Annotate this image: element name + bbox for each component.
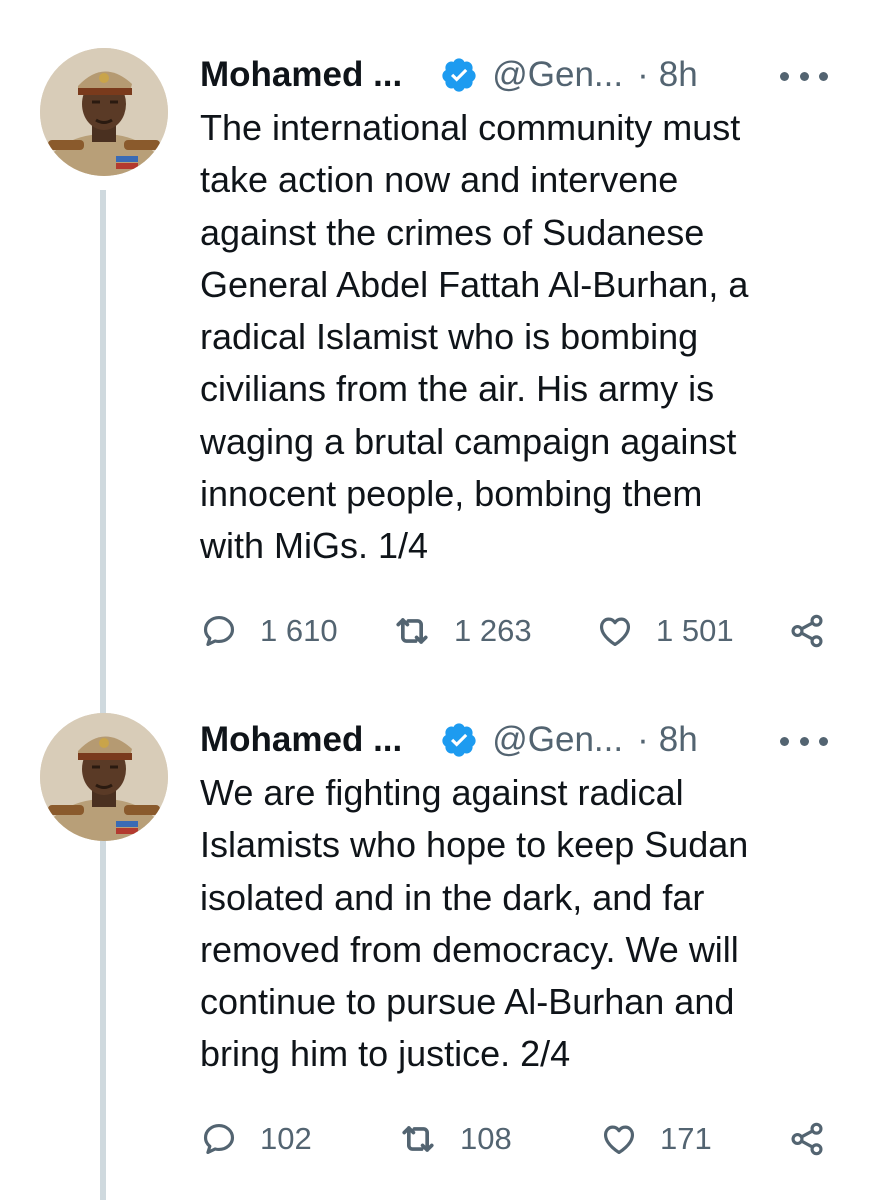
tweet-text-line: isolated and in the dark, and far [200, 876, 705, 918]
timestamp[interactable]: 8h [659, 55, 698, 95]
tweet-header: Mohamed ... @Gen... · 8h [200, 48, 698, 102]
tweet-text-line: civilians from the air. His army is [200, 368, 715, 410]
tweet-header: Mohamed ... @Gen... · 8h [200, 713, 698, 767]
tweet-text-line: bring him to justice. 2/4 [200, 1033, 571, 1075]
tweet[interactable]: Mohamed ... @Gen... · 8h The internation… [0, 48, 870, 688]
timestamp[interactable]: 8h [659, 720, 698, 760]
tweet-text-line: removed from democracy. We will [200, 928, 739, 970]
reply-icon [203, 1123, 235, 1155]
heart-icon [599, 617, 631, 647]
tweet-text-line: We are fighting against radical [200, 772, 684, 813]
more-horizontal-icon [780, 71, 789, 81]
more-horizontal-icon [780, 736, 789, 746]
retweet-icon [396, 618, 428, 644]
reply-icon [203, 615, 235, 647]
retweet-count: 1 263 [454, 613, 532, 648]
like-button[interactable]: 171 [600, 1114, 712, 1164]
share-button[interactable] [788, 606, 826, 656]
share-icon [791, 1122, 823, 1156]
tweet-text-line: continue to pursue Al-Burhan and [200, 981, 735, 1023]
tweet-text-line: waging a brutal campaign against [200, 420, 737, 462]
reply-button[interactable]: 1 610 [200, 606, 338, 656]
author-name[interactable]: Mohamed ... [200, 55, 402, 95]
tweet-text-line: against the crimes of Sudanese [200, 211, 705, 253]
tweet-text: We are fighting against radical Islamist… [200, 767, 840, 1081]
like-button[interactable]: 1 501 [596, 606, 734, 656]
like-count: 171 [660, 1121, 712, 1156]
author-handle[interactable]: @Gen... [492, 55, 623, 95]
tweet-text-line: radical Islamist who is bombing [200, 316, 699, 358]
tweet-actions: 1 610 1 263 1 501 [200, 606, 840, 656]
heart-icon [603, 1125, 635, 1155]
author-handle[interactable]: @Gen... [492, 720, 623, 760]
more-options-button[interactable] [780, 729, 828, 753]
tweet-text-line: innocent people, bombing them [200, 473, 703, 515]
reply-count: 102 [260, 1121, 312, 1156]
tweet-text-line: Islamists who hope to keep Sudan [200, 824, 749, 866]
more-options-button[interactable] [780, 64, 828, 88]
header-separator: · [637, 55, 649, 94]
header-separator: · [637, 720, 649, 759]
avatar[interactable] [40, 713, 168, 841]
tweet-actions: 102 108 171 [200, 1114, 840, 1164]
tweet[interactable]: Mohamed ... @Gen... · 8h We are fighting… [0, 713, 870, 1193]
tweet-text-line: The international community must [200, 107, 741, 148]
reply-button[interactable]: 102 [200, 1114, 312, 1164]
retweet-button[interactable]: 108 [396, 1114, 512, 1164]
tweet-text-line: take action now and intervene [200, 159, 679, 201]
retweet-icon [402, 1126, 434, 1152]
author-name[interactable]: Mohamed ... [200, 720, 402, 760]
verified-badge-icon [442, 723, 476, 757]
tweet-text-line: General Abdel Fattah Al-Burhan, a [200, 263, 749, 305]
share-icon [791, 614, 823, 648]
tweet-text: The international community must take ac… [200, 102, 840, 573]
like-count: 1 501 [656, 613, 734, 648]
avatar-image [40, 713, 168, 841]
retweet-button[interactable]: 1 263 [390, 606, 532, 656]
avatar[interactable] [40, 48, 168, 176]
share-button[interactable] [788, 1114, 826, 1164]
reply-count: 1 610 [260, 613, 338, 648]
retweet-count: 108 [460, 1121, 512, 1156]
tweet-text-line: with MiGs. 1/4 [200, 525, 429, 567]
avatar-image [40, 48, 168, 176]
verified-badge-icon [442, 58, 476, 92]
